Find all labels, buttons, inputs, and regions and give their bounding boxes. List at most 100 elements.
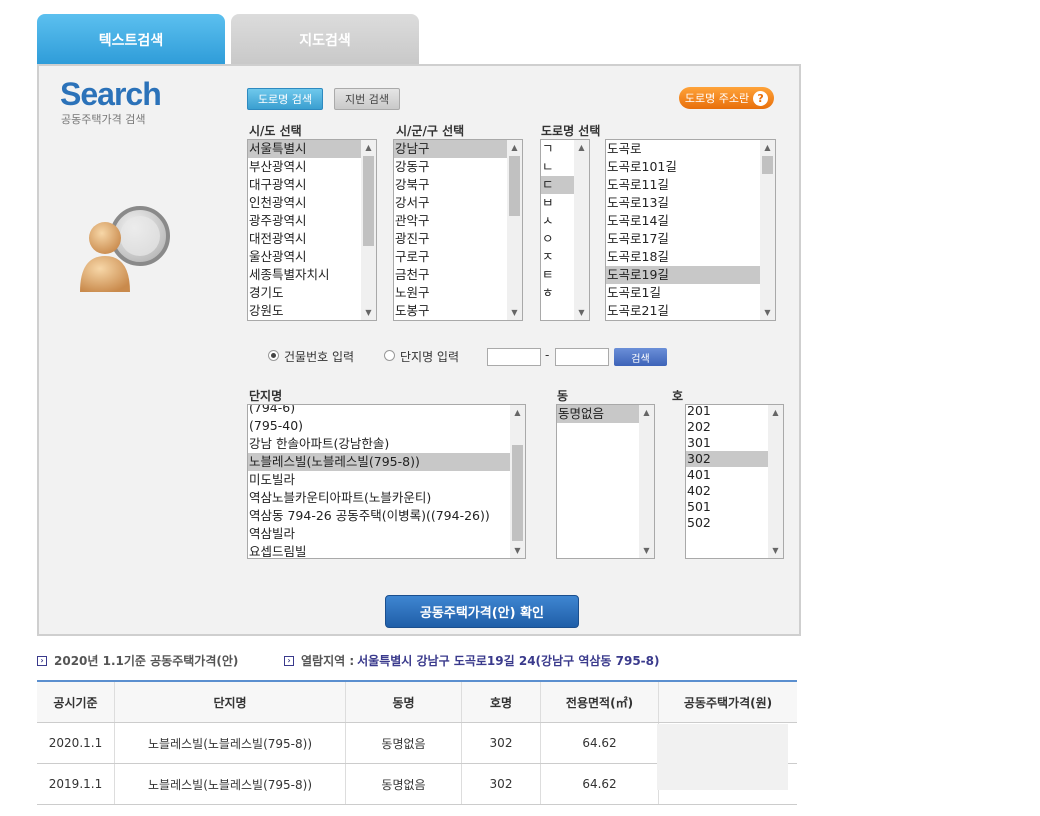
lot-search-button[interactable]: 지번 검색 [334,88,400,110]
scroll-up-icon[interactable]: ▲ [510,405,525,420]
header-complex: 단지명 [114,680,346,723]
tab-map-search[interactable]: 지도검색 [231,14,419,66]
road-option[interactable]: 도곡로14길 [606,212,775,230]
scroll-down-icon[interactable]: ▼ [361,305,376,320]
sigungu-select[interactable]: 강남구 강동구 강북구 강서구 관악구 광진구 구로구 금천구 노원구 도봉구 ▲ ▼ [393,139,523,321]
basis-text: 2020년 1.1기준 공동주택가격(안) [54,654,239,668]
scroll-up-icon[interactable]: ▲ [768,405,783,420]
complex-option[interactable]: 노블레스빌(노블레스빌(795-8)) [248,453,525,471]
arrow-box-icon: › [37,655,47,666]
road-option[interactable]: 도곡로11길 [606,176,775,194]
sido-option[interactable]: 대전광역시 [248,230,376,248]
sigungu-option[interactable]: 금천구 [394,266,522,284]
sigungu-option[interactable]: 관악구 [394,212,522,230]
road-option[interactable]: 도곡로19길 [606,266,775,284]
scroll-thumb[interactable] [509,156,520,216]
region-info: › 열람지역 : 서울특별시 강남구 도곡로19길 24(강남구 역삼동 795… [284,652,660,669]
sido-option[interactable]: 울산광역시 [248,248,376,266]
sigungu-option[interactable]: 강서구 [394,194,522,212]
road-scrollbar[interactable]: ▲ ▼ [760,140,775,320]
search-button[interactable]: 검색 [614,348,667,366]
scroll-down-icon[interactable]: ▼ [574,305,589,320]
road-option[interactable]: 도곡로 [606,140,775,158]
complex-option[interactable]: 요셉드림빌 [248,543,525,558]
search-logo-subtitle: 공동주택가격 검색 [61,113,146,126]
tab-text-search[interactable]: 텍스트검색 [37,14,225,66]
scroll-down-icon[interactable]: ▼ [510,543,525,558]
dong-label: 동 [557,389,569,403]
building-main-number-input[interactable] [487,348,541,366]
sido-option[interactable]: 부산광역시 [248,158,376,176]
sido-option[interactable]: 강원도 [248,302,376,320]
complex-option[interactable]: 역삼동 794-26 공동주택(이병록)((794-26)) [248,507,525,525]
price-redacted-block [657,724,788,790]
cell-complex: 노블레스빌(노블레스빌(795-8)) [114,722,346,764]
sigungu-option[interactable]: 구로구 [394,248,522,266]
scroll-down-icon[interactable]: ▼ [760,305,775,320]
consonant-select[interactable]: ㄱㄴㄷㅂㅅㅇㅈㅌㅎ ▲ ▼ [540,139,590,321]
cell-basis: 2020.1.1 [37,722,115,764]
road-option[interactable]: 도곡로101길 [606,158,775,176]
road-label: 도로명 선택 [541,124,601,138]
road-option[interactable]: 도곡로1길 [606,284,775,302]
complex-option[interactable]: (795-40) [248,417,525,435]
sido-option[interactable]: 광주광역시 [248,212,376,230]
road-search-button[interactable]: 도로명 검색 [247,88,323,110]
complex-option[interactable]: 미도빌라 [248,471,525,489]
road-address-help-button[interactable]: 도로명 주소란 ? [679,87,774,109]
road-select[interactable]: 도곡로 도곡로101길 도곡로11길 도곡로13길 도곡로14길 도곡로17길 도곡로18길… [605,139,776,321]
road-option[interactable]: 도곡로13길 [606,194,775,212]
complex-option[interactable]: 역삼빌라 [248,525,525,543]
confirm-price-button[interactable]: 공동주택가격(안) 확인 [385,595,579,628]
sigungu-option[interactable]: 광진구 [394,230,522,248]
building-sub-number-input[interactable] [555,348,609,366]
sido-option[interactable]: 경기도 [248,284,376,302]
scroll-down-icon[interactable]: ▼ [507,305,522,320]
complex-name-radio[interactable] [384,350,395,361]
complex-scrollbar[interactable]: ▲ ▼ [510,405,525,558]
scroll-down-icon[interactable]: ▼ [639,543,654,558]
sido-select[interactable]: 서울특별시 부산광역시 대구광역시 인천광역시 광주광역시 대전광역시 울산광역시 세종특별자… [247,139,377,321]
sigungu-option[interactable]: 강남구 [394,140,522,158]
scroll-up-icon[interactable]: ▲ [639,405,654,420]
scroll-thumb[interactable] [512,445,523,541]
sido-option[interactable]: 대구광역시 [248,176,376,194]
complex-select[interactable]: (794-6) (795-40) 강남 한솔아파트(강남한솔) 노블레스빌(노블레스빌… [247,404,526,559]
sigungu-option[interactable]: 노원구 [394,284,522,302]
sigungu-option[interactable]: 강동구 [394,158,522,176]
complex-option[interactable]: 강남 한솔아파트(강남한솔) [248,435,525,453]
scroll-up-icon[interactable]: ▲ [760,140,775,155]
basis-info: › 2020년 1.1기준 공동주택가격(안) [37,652,238,669]
dong-scrollbar[interactable]: ▲ ▼ [639,405,654,558]
ho-select[interactable]: 201 202 301 302 401 402 501 502 ▲ ▼ [685,404,784,559]
complex-option[interactable]: (794-6) [248,405,525,417]
sigungu-option[interactable]: 도봉구 [394,302,522,320]
scroll-up-icon[interactable]: ▲ [507,140,522,155]
scroll-up-icon[interactable]: ▲ [361,140,376,155]
scroll-down-icon[interactable]: ▼ [768,543,783,558]
scroll-thumb[interactable] [762,156,773,174]
cell-ho: 302 [461,722,541,764]
cell-complex: 노블레스빌(노블레스빌(795-8)) [114,763,346,805]
sigungu-scrollbar[interactable]: ▲ ▼ [507,140,522,320]
complex-name-label: 단지명 입력 [400,350,460,364]
header-dong: 동명 [345,680,462,723]
complex-option[interactable]: 역삼노블카운티아파트(노블카운티) [248,489,525,507]
scroll-up-icon[interactable]: ▲ [574,140,589,155]
building-number-radio[interactable] [268,350,279,361]
consonant-scrollbar[interactable]: ▲ ▼ [574,140,589,320]
dong-select[interactable]: 동명없음 ▲ ▼ [556,404,655,559]
road-option[interactable]: 도곡로21길 [606,302,775,320]
road-option[interactable]: 도곡로17길 [606,230,775,248]
road-option[interactable]: 도곡로18길 [606,248,775,266]
sido-option[interactable]: 세종특별자치시 [248,266,376,284]
ho-scrollbar[interactable]: ▲ ▼ [768,405,783,558]
complex-options: (794-6) (795-40) 강남 한솔아파트(강남한솔) 노블레스빌(노블레스빌… [248,405,525,558]
search-logo-title: Search [60,76,162,112]
sido-option[interactable]: 서울특별시 [248,140,376,158]
sigungu-option[interactable]: 강북구 [394,176,522,194]
person-magnifier-icon [80,206,170,292]
sido-option[interactable]: 인천광역시 [248,194,376,212]
scroll-thumb[interactable] [363,156,374,246]
sido-scrollbar[interactable]: ▲ ▼ [361,140,376,320]
